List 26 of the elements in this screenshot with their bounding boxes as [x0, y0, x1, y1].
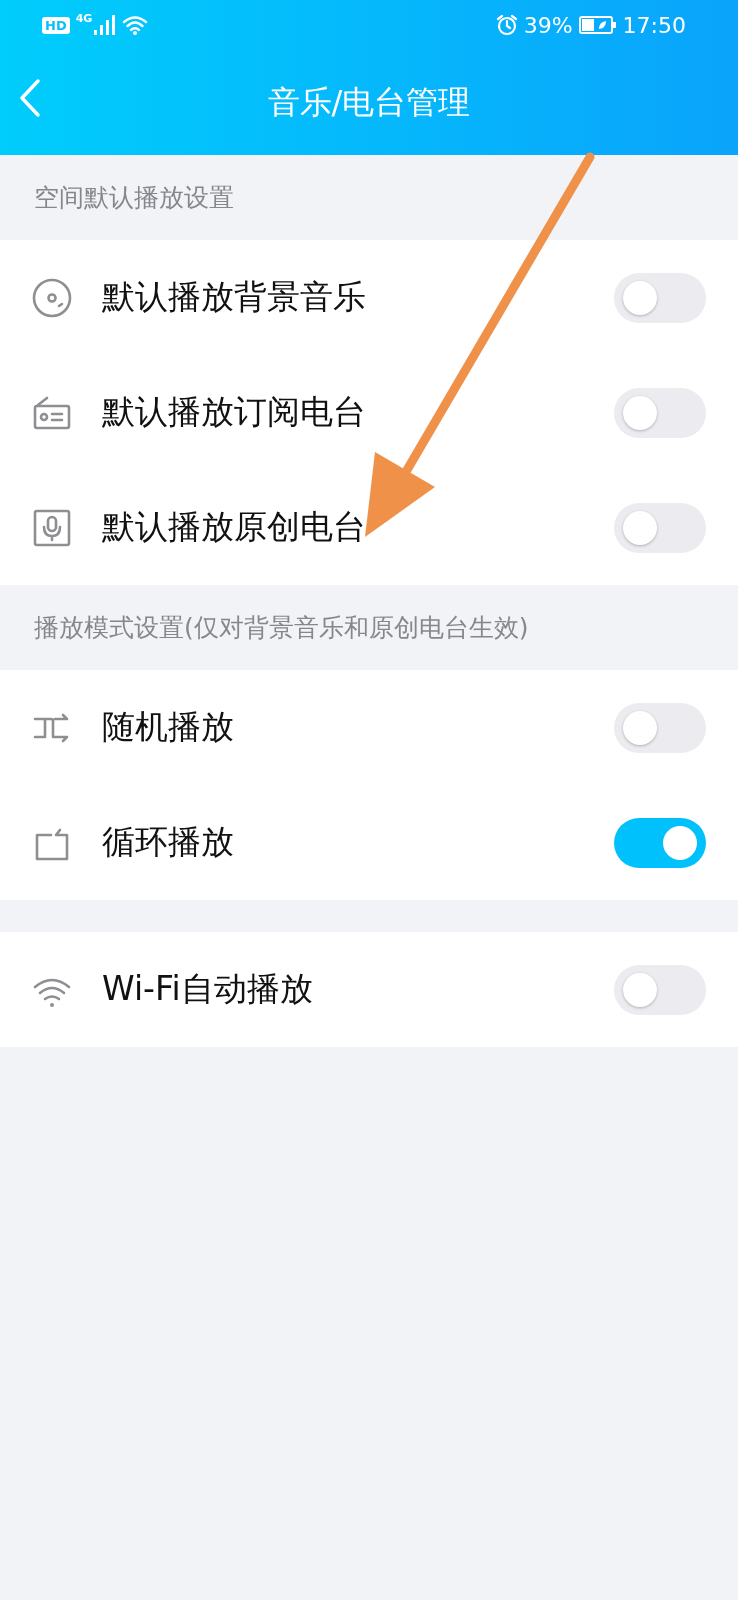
setting-label: 默认播放订阅电台	[102, 391, 367, 433]
battery-icon	[578, 15, 617, 35]
toggle-switch[interactable]	[614, 387, 706, 438]
network-type: 4G	[75, 12, 93, 25]
toggle-switch[interactable]	[614, 964, 706, 1015]
setting-label: 默认播放背景音乐	[102, 276, 367, 318]
wifi-icon	[122, 15, 149, 35]
section-header: 播放模式设置(仅对背景音乐和原创电台生效)	[33, 612, 530, 644]
toggle-switch[interactable]	[614, 702, 706, 753]
section-header: 空间默认播放设置	[33, 182, 235, 214]
alarm-icon	[495, 14, 518, 36]
hd-badge: HD	[42, 16, 70, 34]
battery-percent: 39%	[523, 12, 573, 38]
setting-label: 随机播放	[102, 706, 235, 748]
clock: 17:50	[622, 12, 686, 38]
back-icon[interactable]	[18, 78, 42, 118]
setting-label: Wi-Fi自动播放	[102, 968, 314, 1010]
toggle-switch[interactable]	[614, 502, 706, 553]
setting-label: 默认播放原创电台	[102, 506, 367, 548]
signal-icon	[94, 15, 117, 35]
setting-label: 循环播放	[102, 821, 235, 863]
toggle-switch[interactable]	[614, 272, 706, 323]
page-title: 音乐/电台管理	[267, 81, 471, 123]
microphone-icon	[32, 507, 72, 548]
toggle-switch[interactable]	[614, 817, 706, 868]
disc-icon	[32, 277, 72, 318]
